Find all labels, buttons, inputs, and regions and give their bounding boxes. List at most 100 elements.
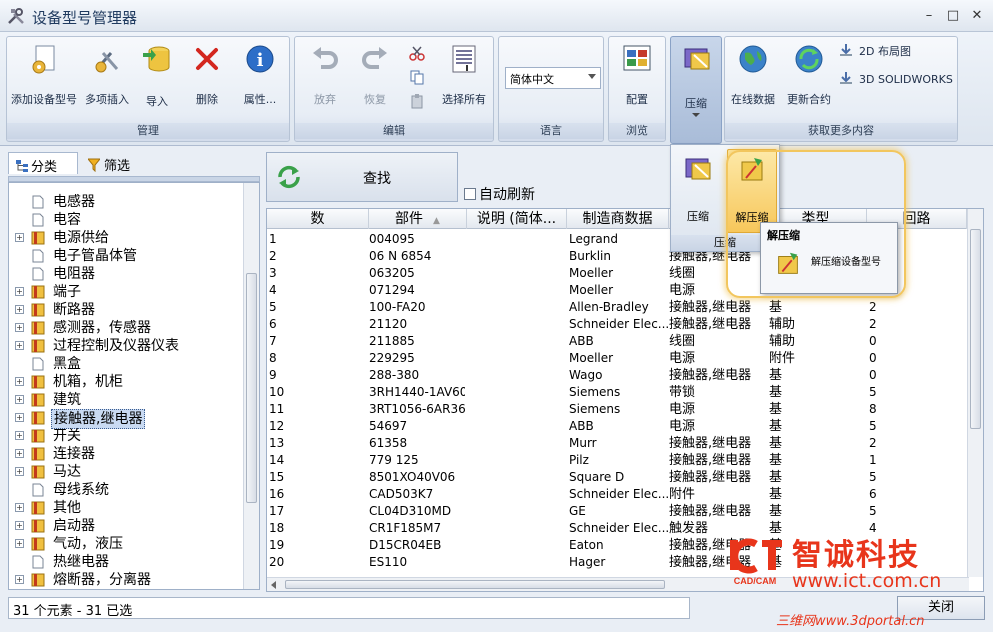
group-manage: 添加设备型号 多项插入 导入 删除 i 属性... 管理	[6, 36, 290, 142]
tree-item[interactable]: + 气动，液压	[9, 535, 241, 553]
expand-icon[interactable]: +	[15, 449, 24, 458]
multi-insert-button[interactable]: 多项插入	[79, 39, 135, 121]
tree-icon	[16, 160, 28, 172]
table-cell: 基	[769, 385, 783, 400]
paste-icon[interactable]	[409, 93, 425, 109]
tree-item[interactable]: + 启动器	[9, 517, 241, 535]
tree-item[interactable]: 电容	[9, 211, 241, 229]
tree-item[interactable]: 热继电器	[9, 553, 241, 571]
tab-category[interactable]: 分类	[8, 152, 78, 175]
compress-item[interactable]: 压缩	[675, 151, 721, 231]
checkbox-box[interactable]	[464, 188, 476, 200]
tree-item[interactable]: + 过程控制及仪器仪表	[9, 337, 241, 355]
undo-icon	[313, 47, 338, 69]
minimize-button[interactable]: –	[920, 8, 938, 24]
table-row[interactable]: 7 211885 ABB 线圈 辅助 0	[267, 333, 967, 350]
tree-item[interactable]: 电感器	[9, 193, 241, 211]
maximize-button[interactable]: □	[944, 8, 962, 24]
table-cell: 288-380	[369, 368, 420, 382]
expand-icon[interactable]: +	[15, 521, 24, 530]
table-cell: 18	[269, 521, 285, 535]
table-hscroll-thumb[interactable]	[285, 580, 665, 589]
tree-item[interactable]: + 感测器，传感器	[9, 319, 241, 337]
table-row[interactable]: 14 779 125 Pilz 接触器,继电器 基 1	[267, 452, 967, 469]
delete-button[interactable]: 删除	[185, 39, 229, 121]
expand-icon[interactable]: +	[15, 467, 24, 476]
tree-scroll-thumb[interactable]	[246, 273, 257, 503]
expand-icon[interactable]: +	[15, 233, 24, 242]
config-button[interactable]: 配置	[611, 39, 663, 121]
expand-icon[interactable]: +	[15, 431, 24, 440]
col-header-number[interactable]: 数	[267, 209, 369, 229]
col-header-manufacturer[interactable]: 制造商数据	[567, 209, 669, 229]
table-row[interactable]: 10 3RH1440-1AV60 Siemens 带锁 基 5	[267, 384, 967, 401]
discard-button[interactable]: 放弃	[303, 39, 347, 121]
language-select[interactable]: 简体中文	[505, 67, 601, 89]
table-vscroll-thumb[interactable]	[970, 229, 981, 429]
tree-item[interactable]: 电子管晶体管	[9, 247, 241, 265]
properties-button[interactable]: i 属性...	[233, 39, 287, 121]
copy-icon[interactable]	[409, 69, 425, 85]
restore-button[interactable]: 恢复	[353, 39, 397, 121]
table-vscrollbar[interactable]	[967, 209, 983, 577]
tree-item[interactable]: 母线系统	[9, 481, 241, 499]
expand-icon[interactable]: +	[15, 323, 24, 332]
table-row[interactable]: 17 CL04D310MD GE 接触器,继电器 基 5	[267, 503, 967, 520]
expand-icon[interactable]: +	[15, 413, 24, 422]
table-row[interactable]: 9 288-380 Wago 接触器,继电器 基 0	[267, 367, 967, 384]
online-data-button[interactable]: 在线数据	[727, 39, 779, 121]
tree-item[interactable]: + 建筑	[9, 391, 241, 409]
table-cell: Siemens	[569, 402, 621, 416]
table-row[interactable]: 12 54697 ABB 电源 基 5	[267, 418, 967, 435]
col-header-description[interactable]: 说明 (简体...	[467, 209, 567, 229]
tree-item[interactable]: + 其他	[9, 499, 241, 517]
tree-item[interactable]: + 开关	[9, 427, 241, 445]
tree-item[interactable]: + 马达	[9, 463, 241, 481]
import-button[interactable]: 导入	[135, 39, 179, 121]
tab-filter[interactable]: 筛选	[82, 152, 152, 174]
table-cell: Pilz	[569, 453, 589, 467]
search-button[interactable]: 查找	[266, 152, 458, 202]
expand-icon[interactable]: +	[15, 341, 24, 350]
auto-refresh-checkbox[interactable]: 自动刷新	[464, 184, 535, 204]
compress-button[interactable]: 压缩	[670, 36, 722, 144]
table-row[interactable]: 5 100-FA20 Allen-Bradley 接触器,继电器 基 2	[267, 299, 967, 316]
tree-scrollbar[interactable]	[243, 183, 259, 589]
close-window-button[interactable]: ✕	[968, 8, 986, 24]
table-cell: 14	[269, 453, 285, 467]
update-contract-button[interactable]: 更新合约	[781, 39, 837, 121]
tree-item[interactable]: + 断路器	[9, 301, 241, 319]
table-row[interactable]: 11 3RT1056-6AR36 Siemens 电源 基 8	[267, 401, 967, 418]
table-cell: 基	[769, 436, 783, 451]
table-cell: Siemens	[569, 385, 621, 399]
solidworks-3d-link[interactable]: 3D SOLIDWORKS	[839, 71, 953, 86]
tree-item[interactable]: + 机箱，机柜	[9, 373, 241, 391]
expand-icon[interactable]: +	[15, 377, 24, 386]
expand-icon[interactable]: +	[15, 287, 24, 296]
expand-icon[interactable]: +	[15, 395, 24, 404]
select-all-button[interactable]: 选择所有	[437, 39, 491, 121]
expand-icon[interactable]: +	[15, 503, 24, 512]
expand-icon[interactable]: +	[15, 539, 24, 548]
table-row[interactable]: 6 21120 Schneider Elec... 接触器,继电器 辅助 2	[267, 316, 967, 333]
expand-icon[interactable]: +	[15, 575, 24, 584]
table-row[interactable]: 15 8501XO40V06 Square D 接触器,继电器 基 5	[267, 469, 967, 486]
cut-icon[interactable]	[409, 45, 425, 61]
tree-item[interactable]: + 接触器,继电器	[9, 409, 241, 429]
table-cell: 5	[869, 385, 877, 399]
table-row[interactable]: 8 229295 Moeller 电源 附件 0	[267, 350, 967, 367]
tree-item[interactable]: + 电源供给	[9, 229, 241, 247]
layout-2d-link[interactable]: 2D 布局图	[839, 43, 911, 59]
col-header-part[interactable]: 部件 ▲	[369, 209, 467, 229]
table-cell: Legrand	[569, 232, 618, 246]
scroll-left-icon[interactable]	[271, 581, 276, 589]
table-row[interactable]: 13 61358 Murr 接触器,继电器 基 2	[267, 435, 967, 452]
tree-item[interactable]: + 连接器	[9, 445, 241, 463]
table-row[interactable]: 16 CAD503K7 Schneider Elec... 附件 基 6	[267, 486, 967, 503]
add-device-button[interactable]: 添加设备型号	[9, 39, 79, 121]
tree-item[interactable]: + 熔断器，分离器	[9, 571, 241, 589]
tree-item[interactable]: 黑盒	[9, 355, 241, 373]
expand-icon[interactable]: +	[15, 305, 24, 314]
tree-item[interactable]: + 端子	[9, 283, 241, 301]
tree-item[interactable]: 电阻器	[9, 265, 241, 283]
